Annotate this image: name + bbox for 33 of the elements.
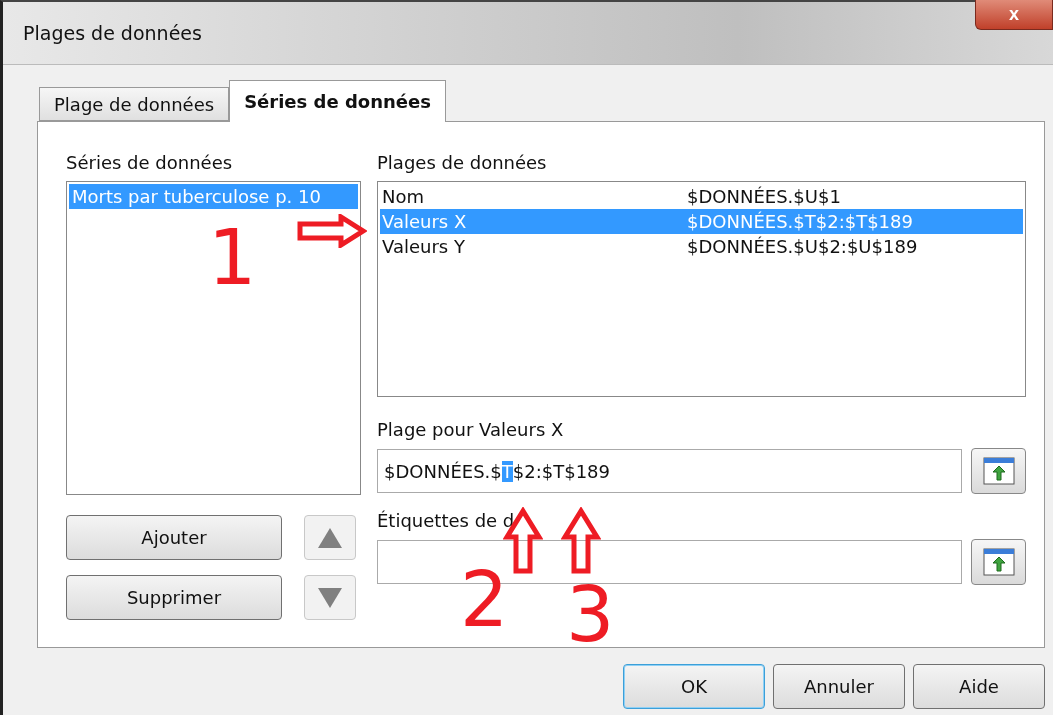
dialog-button[interactable]: OK	[623, 664, 765, 709]
annotation-arrow-icon	[503, 507, 543, 575]
range-row[interactable]: Valeurs Y $DONNÉES.$U$2:$U$189	[380, 234, 1023, 259]
selected-text: T	[501, 460, 513, 482]
range-row[interactable]: Nom $DONNÉES.$U$1	[380, 184, 1023, 209]
range-picker-button[interactable]	[971, 539, 1026, 585]
series-action-button[interactable]: Supprimer	[66, 575, 282, 620]
window-title: Plages de données	[23, 22, 202, 44]
close-button[interactable]: x	[975, 0, 1053, 30]
ranges-label: Plages de données	[377, 152, 548, 173]
range-field-label: Plage pour Valeurs X	[377, 419, 565, 440]
dialog-button[interactable]: Annuler	[773, 664, 905, 709]
role-cell-text: Valeurs X	[381, 210, 468, 234]
tab[interactable]: Séries de données	[229, 80, 446, 122]
tab[interactable]: Plage de données	[39, 87, 230, 121]
range-cell-text: $DONNÉES.$T$2:$T$189	[686, 210, 914, 234]
series-action-button[interactable]: Ajouter	[66, 515, 282, 560]
field-text: $DONNÉES.$	[384, 460, 502, 482]
role-cell-text: Valeurs Y	[381, 235, 466, 259]
range-picker-icon	[982, 457, 1015, 485]
role-cell-text: Nom	[381, 185, 425, 209]
annotation-number: 1	[208, 220, 257, 296]
dialog-button[interactable]: Aide	[913, 664, 1045, 709]
annotation-arrow-icon	[297, 214, 367, 248]
range-picker-button[interactable]	[971, 448, 1026, 494]
range-cell-text: $DONNÉES.$U$2:$U$189	[686, 235, 919, 259]
series-label: Séries de données	[66, 152, 234, 173]
annotation-number: 2	[460, 562, 509, 638]
range-cell-text: $DONNÉES.$U$1	[686, 185, 842, 209]
range-picker-icon	[982, 548, 1015, 576]
annotation-arrow-icon	[561, 507, 601, 575]
down-triangle-icon	[316, 585, 344, 610]
annotation-number: 3	[566, 577, 615, 653]
